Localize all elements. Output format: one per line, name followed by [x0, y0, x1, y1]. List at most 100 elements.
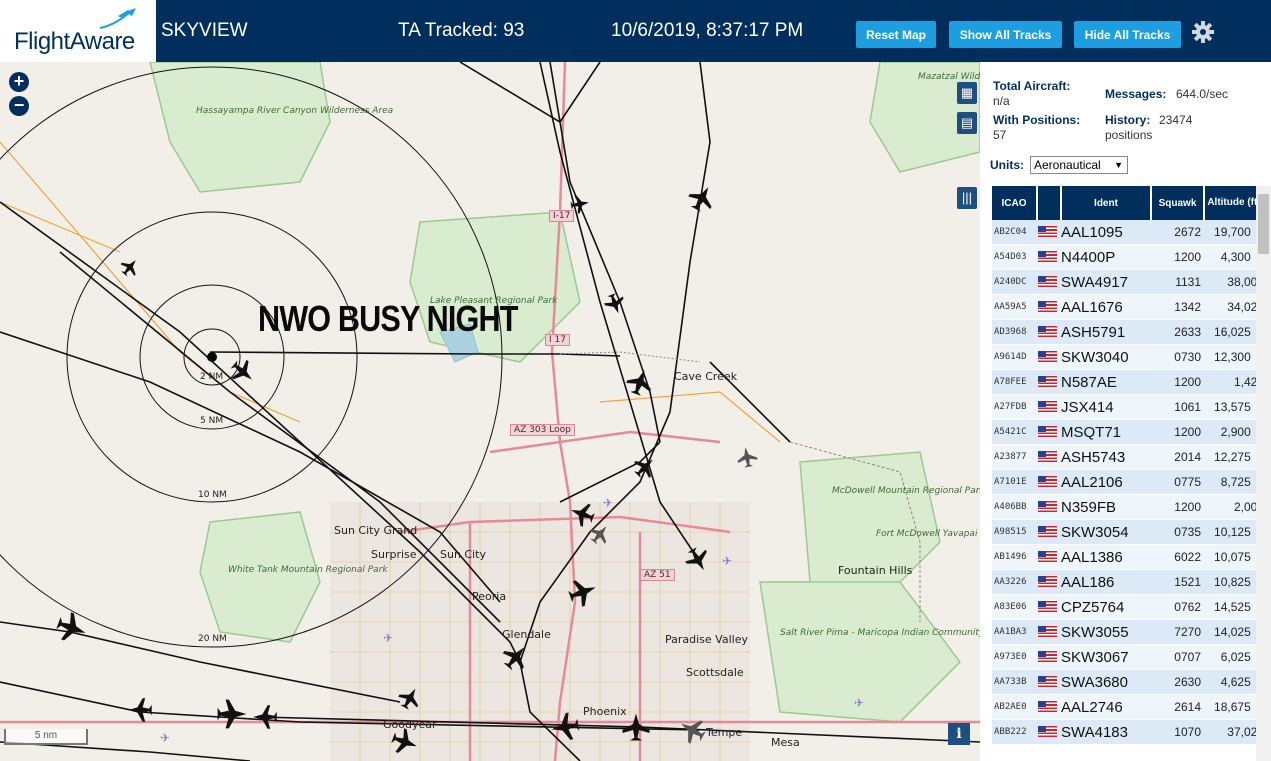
table-row[interactable]: AB1496 AAL1386602210,075 ▼	[992, 544, 1264, 570]
area-label: Salt River Pima - Maricopa Indian Commun…	[780, 628, 980, 638]
squawk-cell: 0730	[1151, 344, 1204, 370]
col-header-icao[interactable]: ICAO	[992, 186, 1038, 220]
highway-label: I-17	[549, 210, 575, 222]
table-row[interactable]: ABB222 SWA4183 1070 37,025	[992, 719, 1264, 745]
columns-icon[interactable]: |||	[957, 187, 977, 209]
with-positions-label: With Positions:	[993, 113, 1081, 127]
ident-cell: AAL2746	[1061, 694, 1151, 720]
ident-cell: ASH5791	[1061, 319, 1151, 345]
squawk-cell: 0775	[1151, 469, 1204, 495]
altitude-value: 4,300	[1220, 250, 1251, 264]
map-layers-icon[interactable]: ▦	[957, 82, 977, 104]
info-button[interactable]: i	[948, 723, 970, 745]
ident-cell: SKW3054	[1061, 519, 1151, 545]
ident-cell: N587AE	[1061, 369, 1151, 395]
aircraft-icon	[626, 370, 651, 396]
table-row[interactable]: AB2AE0 AAL2746261418,675 ▲	[992, 694, 1264, 720]
col-header-squawk[interactable]: Squawk	[1151, 186, 1205, 220]
us-flag-icon	[1038, 351, 1057, 363]
table-row[interactable]: A406BB N359FB 1200 2,000	[992, 494, 1264, 520]
total-aircraft-label: Total Aircraft:	[993, 79, 1071, 93]
hide-all-tracks-button[interactable]: Hide All Tracks	[1074, 21, 1181, 48]
reset-map-button[interactable]: Reset Map	[856, 21, 936, 48]
flag-cell	[1037, 394, 1061, 420]
ident-cell: AAL186	[1061, 569, 1151, 595]
squawk-cell: 1200	[1151, 369, 1204, 395]
us-flag-icon	[1038, 476, 1057, 488]
scrollbar-thumb[interactable]	[1258, 194, 1269, 254]
altitude-cell: 14,025 ▼	[1204, 619, 1264, 645]
flag-cell	[1037, 519, 1061, 545]
secondary-roads	[0, 141, 781, 443]
altitude-value: 10,075	[1214, 550, 1251, 564]
table-row[interactable]: A78FEE N587AE 1200 1,425	[992, 369, 1264, 395]
gear-icon[interactable]	[1190, 19, 1216, 45]
squawk-cell: 0735	[1151, 519, 1204, 545]
table-row[interactable]: AA1BA3 SKW3055727014,025 ▼	[992, 619, 1264, 645]
flightaware-logo[interactable]: FlightAware	[0, 0, 156, 62]
col-header-ident[interactable]: Ident	[1061, 186, 1152, 220]
range-ring-label: 10 NM	[198, 490, 227, 500]
icao-cell: A973E0	[992, 644, 1037, 670]
table-row[interactable]: A23877 ASH5743201412,275 ▼	[992, 444, 1264, 470]
us-flag-icon	[1038, 226, 1057, 238]
us-flag-icon	[1038, 526, 1057, 538]
altitude-value: 12,300	[1214, 350, 1251, 364]
col-header-altitude[interactable]: Altitude (ft)	[1204, 186, 1265, 220]
ident-cell: SKW3055	[1061, 619, 1151, 645]
table-row[interactable]: AD3968 ASH5791263316,025 ▲	[992, 319, 1264, 345]
altitude-value: 19,700	[1214, 225, 1251, 239]
flag-cell	[1037, 669, 1061, 695]
app-title: SKYVIEW	[161, 20, 248, 41]
area-label: McDowell Mountain Regional Park	[832, 486, 980, 496]
squawk-cell: 2630	[1151, 669, 1204, 695]
scrollbar[interactable]	[1256, 186, 1271, 761]
altitude-cell: 10,825 ▲	[1204, 569, 1264, 595]
us-flag-icon	[1038, 326, 1057, 338]
squawk-cell: 1131	[1151, 269, 1204, 295]
table-row[interactable]: A83E06 CPZ5764076214,525 ▲	[992, 594, 1264, 620]
us-flag-icon	[1038, 601, 1057, 613]
map-view[interactable]: ✈ ✈ ✈ ✈ ✈ Hassayampa River Canyon Wilder…	[0, 62, 980, 761]
grid-icon[interactable]: ▤	[957, 112, 977, 134]
flag-cell	[1037, 569, 1061, 595]
squawk-cell: 2014	[1151, 444, 1204, 470]
city-label: Surprise	[371, 548, 417, 561]
altitude-cell: 12,300 ▲	[1204, 344, 1264, 370]
flag-cell	[1037, 619, 1061, 645]
col-header-flag[interactable]	[1037, 186, 1062, 220]
flag-cell	[1037, 419, 1061, 445]
table-row[interactable]: A9614D SKW3040073012,300 ▲	[992, 344, 1264, 370]
squawk-cell: 1070	[1151, 719, 1204, 745]
altitude-cell: 37,025	[1204, 719, 1264, 745]
zoom-out-button[interactable]: −	[9, 96, 29, 116]
table-row[interactable]: AA733B SWA368026304,625 ▲	[992, 669, 1264, 695]
units-select[interactable]: Aeronautical ▼	[1030, 156, 1128, 174]
table-row[interactable]: A240DC SWA4917 1131 38,000	[992, 269, 1264, 295]
altitude-cell: 10,125 ▲	[1204, 519, 1264, 545]
zoom-in-button[interactable]: +	[9, 72, 29, 92]
table-row[interactable]: A98515 SKW3054073510,125 ▲	[992, 519, 1264, 545]
table-row[interactable]: AA59A5 AAL1676 1342 34,025	[992, 294, 1264, 320]
table-row[interactable]: A27FDB JSX414106113,575 ▼	[992, 394, 1264, 420]
show-all-tracks-button[interactable]: Show All Tracks	[949, 21, 1062, 48]
ident-cell: AAL1095	[1061, 220, 1151, 245]
map-canvas[interactable]: ✈ ✈ ✈ ✈ ✈	[0, 62, 980, 761]
ident-cell: N4400P	[1061, 244, 1151, 270]
table-row[interactable]: AB2C04 AAL1095267219,700 ▲	[992, 220, 1264, 245]
table-row[interactable]: A973E0 SKW306707076,025 ▲	[992, 644, 1264, 670]
icao-cell: AD3968	[992, 319, 1037, 345]
us-flag-icon	[1038, 426, 1057, 438]
range-ring-label: 2 NM	[200, 372, 224, 382]
table-row[interactable]: AA3226 AAL186152110,825 ▲	[992, 569, 1264, 595]
table-row[interactable]: A5421C MSQT7112002,900 ▲	[992, 419, 1264, 445]
city-label: Mesa	[771, 736, 800, 749]
icao-cell: AB2C04	[992, 220, 1037, 245]
aircraft-panel: Total Aircraft: n/a With Positions: 57 M…	[980, 62, 1271, 761]
table-row[interactable]: A54D03 N4400P12004,300 ▲	[992, 244, 1264, 270]
city-label: Cave Creek	[674, 370, 738, 383]
icao-cell: AB2AE0	[992, 694, 1037, 720]
us-flag-icon	[1038, 401, 1057, 413]
table-row[interactable]: A7101E AAL210607758,725 ▲	[992, 469, 1264, 495]
altitude-value: 10,125	[1214, 525, 1251, 539]
